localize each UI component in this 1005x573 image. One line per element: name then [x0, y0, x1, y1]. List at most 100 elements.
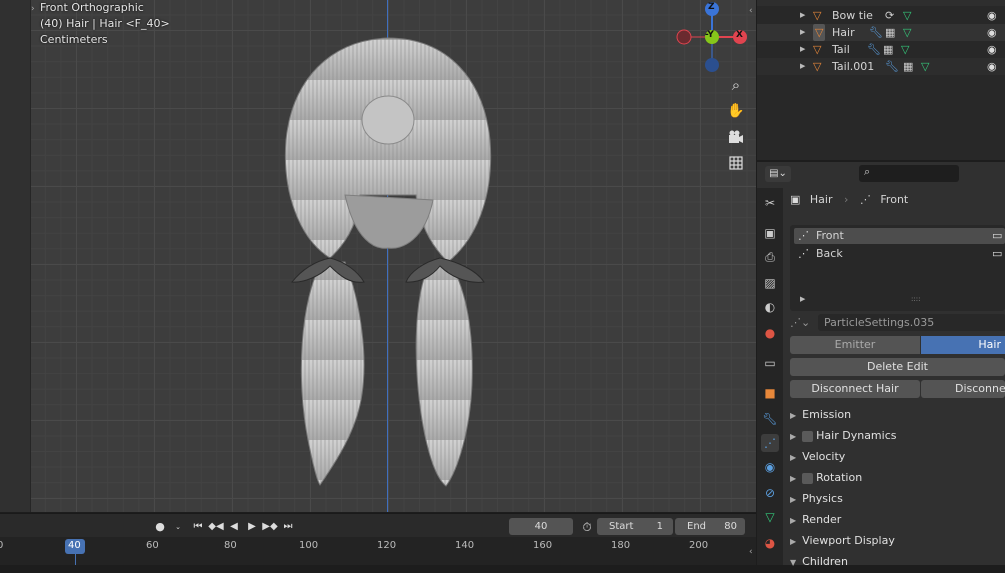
panel-emission[interactable]: ▶ Emission: [790, 405, 851, 425]
ruler-collapse-icon[interactable]: ‹: [749, 547, 753, 557]
hand-pan-icon[interactable]: ✋: [723, 98, 749, 124]
outliner-item-bow-tie[interactable]: ▶ ▽ Bow tie ⟳ ▽ ◉: [757, 7, 1005, 24]
outliner-item-hair[interactable]: ▶ ▽ Hair 🔧︎ ▦ ▽ ◉: [757, 24, 1005, 41]
material-tab-icon[interactable]: ◕: [761, 534, 779, 552]
play-icon[interactable]: ▶: [244, 519, 260, 535]
outliner-item-tail-001[interactable]: ▶ ▽ Tail.001 🔧︎ ▦ ▽ ◉: [757, 58, 1005, 75]
units-label: Centimeters: [40, 33, 108, 46]
outliner[interactable]: ▶ ▽ Bow tie ⟳ ▽ ◉ ▶ ▽ Hair 🔧︎ ▦ ▽ ◉ ▶ ▽ …: [757, 0, 1005, 160]
particle-settings-name[interactable]: ParticleSettings.035: [818, 314, 1005, 331]
properties-search-input[interactable]: ⌕: [859, 165, 959, 182]
hair-dynamics-checkbox[interactable]: [802, 430, 814, 442]
toolbar-expand-icon[interactable]: ›: [31, 4, 35, 14]
panel-velocity[interactable]: ▶ Velocity: [790, 447, 845, 467]
visibility-eye-icon[interactable]: ◉: [987, 58, 997, 75]
collection-tab-icon[interactable]: ▭: [761, 354, 779, 372]
collapse-arrow-icon: ▶: [790, 432, 797, 441]
panel-rotation[interactable]: ▶ Rotation: [790, 468, 862, 488]
visibility-eye-icon[interactable]: ◉: [987, 41, 997, 58]
physics-tab-icon[interactable]: ◉: [761, 458, 779, 476]
list-filter-expand-icon[interactable]: ▶: [800, 295, 805, 303]
object-tab-icon[interactable]: ■: [761, 384, 779, 402]
right-tail: [415, 261, 473, 487]
tool-tab-icon[interactable]: ✂: [761, 194, 779, 212]
prev-keyframe-icon[interactable]: ◆◀: [208, 519, 224, 535]
jump-end-icon[interactable]: ⏭: [280, 519, 296, 535]
outliner-top-edge: [757, 0, 1005, 6]
mesh-data-icon: ▽: [903, 26, 912, 39]
next-keyframe-icon[interactable]: ▶◆: [262, 519, 278, 535]
disconnect-hair-button[interactable]: Disconnect Hair: [790, 380, 920, 398]
jump-start-icon[interactable]: ⏮: [190, 519, 206, 535]
panel-label: Emission: [802, 408, 852, 421]
expand-icon[interactable]: ▶: [800, 7, 805, 24]
particle-system-list[interactable]: ⋰ Front ▭ ⋰ Back ▭ ▶ ::::: [790, 225, 1005, 311]
start-value: 1: [656, 521, 663, 532]
keyframe-record-icon[interactable]: ●: [152, 519, 168, 535]
modifier-wrench-icon: 🔧︎: [867, 43, 881, 56]
breadcrumb-separator-icon: ›: [844, 193, 849, 206]
constraints-tab-icon[interactable]: ⊘: [761, 484, 779, 502]
hair-bun: [361, 95, 415, 145]
list-item-back[interactable]: ⋰ Back ▭: [794, 246, 1005, 262]
particles-tab-icon[interactable]: ⋰: [761, 434, 779, 452]
list-resize-handle[interactable]: ::::: [911, 295, 920, 303]
data-tab-icon[interactable]: ▽: [761, 508, 779, 526]
rotation-checkbox[interactable]: [802, 472, 814, 484]
current-frame-field[interactable]: 40: [509, 518, 573, 535]
panel-label: Viewport Display: [802, 534, 895, 547]
object-icon: ▽: [813, 9, 822, 22]
scene-tab-icon[interactable]: ◐: [761, 298, 779, 316]
panel-children[interactable]: ▼ Children: [790, 552, 848, 572]
ruler-tick: 180: [611, 540, 631, 551]
panel-physics[interactable]: ▶ Physics: [790, 489, 843, 509]
world-tab-icon[interactable]: ●: [761, 324, 779, 342]
gizmo-x-label: X: [736, 30, 743, 40]
modifier-tab-icon[interactable]: 🔧︎: [761, 410, 779, 428]
particle-icon: ▦: [903, 60, 914, 73]
list-item-front[interactable]: ⋰ Front ▭: [794, 228, 1005, 244]
panel-label: Physics: [802, 492, 843, 505]
panel-hair-dynamics[interactable]: ▶ Hair Dynamics: [790, 426, 897, 446]
panel-render[interactable]: ▶ Render: [790, 510, 841, 530]
left-tail: [300, 261, 365, 486]
visibility-eye-icon[interactable]: ◉: [987, 7, 997, 24]
mesh-data-icon: ▽: [903, 9, 912, 22]
object-icon: ▽: [813, 60, 822, 73]
expand-icon[interactable]: ▶: [800, 58, 805, 75]
outliner-item-tail[interactable]: ▶ ▽ Tail 🔧︎ ▦ ▽ ◉: [757, 41, 1005, 58]
collapse-arrow-icon: ▶: [790, 411, 797, 420]
start-frame-field[interactable]: Start 1: [597, 518, 673, 535]
display-monitor-icon[interactable]: ▭: [992, 246, 1002, 262]
viewport-collapse-icon[interactable]: ‹: [749, 6, 753, 16]
ruler-tick: 80: [224, 540, 237, 551]
grid-icon[interactable]: [723, 150, 749, 176]
play-reverse-icon[interactable]: ◀: [226, 519, 242, 535]
hair-model: [284, 37, 492, 487]
zoom-icon[interactable]: ⌕: [723, 72, 749, 98]
navigation-gizmo[interactable]: Z X -Y: [672, 0, 752, 76]
render-tab-icon[interactable]: ▣: [761, 224, 779, 242]
3d-viewport[interactable]: › Front Orthographic (40) Hair | Hair <F…: [0, 0, 756, 512]
camera-icon[interactable]: [723, 124, 749, 150]
hair-type-button[interactable]: Hair: [921, 336, 1005, 354]
display-monitor-icon[interactable]: ▭: [992, 228, 1002, 244]
output-tab-icon[interactable]: ⎙: [761, 248, 779, 266]
expand-icon[interactable]: ▶: [800, 24, 805, 41]
delete-edit-button[interactable]: Delete Edit: [790, 358, 1005, 376]
emitter-type-button[interactable]: Emitter: [790, 336, 920, 354]
toolbar-strip[interactable]: [0, 0, 31, 512]
disconnect-all-button[interactable]: Disconnect: [921, 380, 1005, 398]
view-layer-tab-icon[interactable]: ▨: [761, 274, 779, 292]
visibility-eye-icon[interactable]: ◉: [987, 24, 997, 41]
timeline-ruler[interactable]: 0 40 60 80 100 120 140 160 180 200 ‹: [0, 537, 756, 565]
panel-viewport-display[interactable]: ▶ Viewport Display: [790, 531, 895, 551]
panel-label: Children: [802, 555, 848, 568]
expand-icon[interactable]: ▶: [800, 41, 805, 58]
object-icon: ▽: [813, 24, 826, 41]
editor-type-button[interactable]: ▤⌄: [765, 166, 791, 182]
stopwatch-icon[interactable]: ⏱: [579, 519, 595, 535]
particle-settings-selector[interactable]: ⋰⌄: [790, 314, 816, 331]
end-frame-field[interactable]: End 80: [675, 518, 745, 535]
record-dropdown-icon[interactable]: ⌄: [170, 519, 186, 535]
